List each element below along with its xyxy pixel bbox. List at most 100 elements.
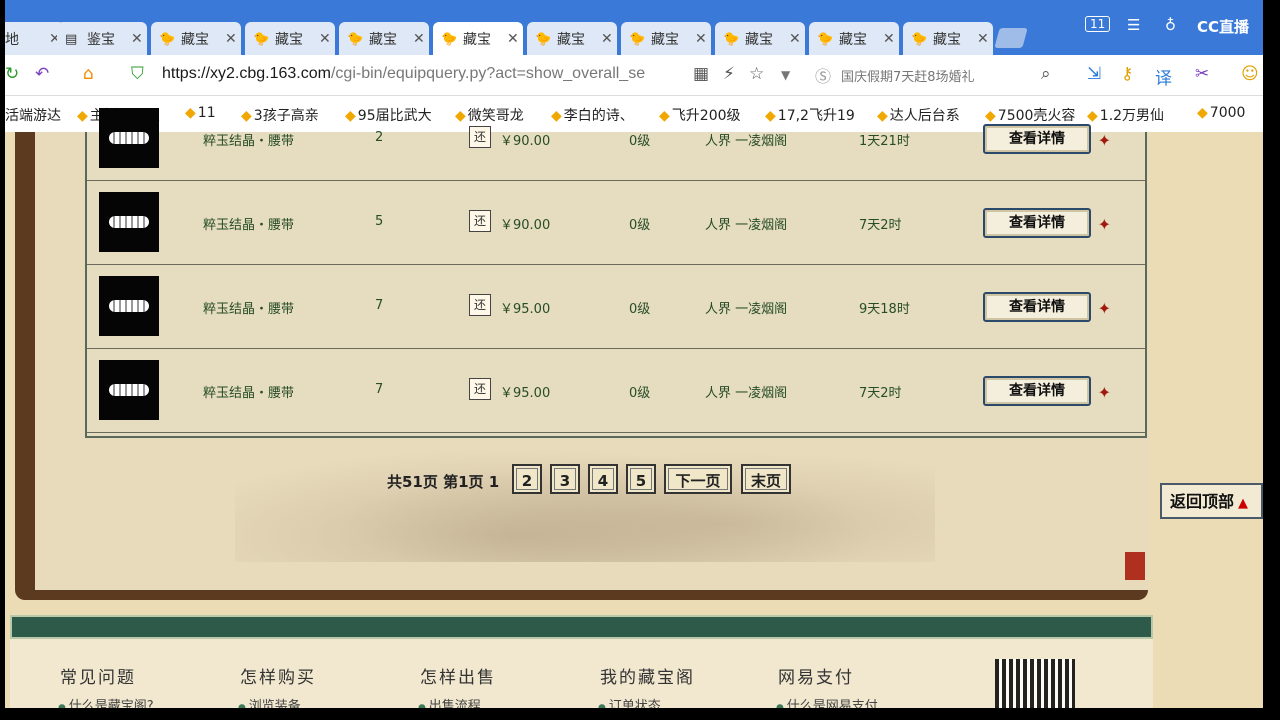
close-icon[interactable]: ✕: [507, 31, 523, 47]
close-icon[interactable]: ✕: [131, 31, 147, 47]
bargain-badge[interactable]: 还: [469, 378, 491, 400]
bookmark-label: 活端游达: [5, 108, 61, 124]
search-box[interactable]: Ⓢ 国庆假期7天赶8场婚礼: [815, 61, 1065, 89]
tab-8[interactable]: 🐤 藏宝 ✕: [715, 22, 805, 55]
tab-count-badge[interactable]: 11: [1085, 16, 1111, 32]
undo-icon[interactable]: ↶: [35, 64, 49, 84]
page-button-4[interactable]: 4: [588, 464, 618, 494]
tab-2[interactable]: 🐤 藏宝 ✕: [151, 22, 241, 55]
back-to-top-button[interactable]: 返回顶部 ▲: [1160, 483, 1263, 519]
footer-link[interactable]: ● 浏览装备: [238, 695, 301, 708]
lightning-icon[interactable]: ⚡: [723, 64, 735, 84]
qr-icon[interactable]: ▦: [693, 64, 709, 84]
cell-time: 7天2时: [859, 218, 902, 233]
close-icon[interactable]: ✕: [789, 31, 805, 47]
tab-3[interactable]: 🐤 藏宝 ✕: [245, 22, 335, 55]
bargain-badge[interactable]: 还: [469, 294, 491, 316]
bullet-icon: ●: [238, 703, 249, 708]
cell-name[interactable]: 粹玉结晶・腰带: [203, 214, 294, 233]
footer-link[interactable]: ● 什么是网易支付: [776, 695, 878, 708]
translate-icon[interactable]: 译: [1155, 64, 1172, 89]
chick-icon: 🐤: [723, 31, 740, 47]
close-icon[interactable]: ✕: [319, 31, 335, 47]
chick-icon: 🐤: [253, 31, 270, 47]
search-icon[interactable]: ⌕: [1041, 64, 1051, 84]
footer-band: [10, 615, 1153, 639]
tab-0[interactable]: 地 ✕: [5, 22, 65, 55]
shirt-icon[interactable]: ♁: [1165, 16, 1176, 34]
bullet-icon: ●: [418, 703, 429, 708]
tab-title: 藏宝: [839, 31, 867, 48]
item-image[interactable]: [99, 360, 159, 420]
menu-icon[interactable]: ☰: [1127, 16, 1140, 34]
cell-level: 0级: [629, 386, 651, 401]
footer-link[interactable]: ● 订单状态: [598, 695, 661, 708]
close-icon[interactable]: ✕: [695, 31, 711, 47]
close-icon[interactable]: ✕: [883, 31, 899, 47]
page-info: 共51页 第1页 1: [387, 473, 500, 491]
page-button-3[interactable]: 3: [550, 464, 580, 494]
tab-10[interactable]: 🐤 藏宝 ✕: [903, 22, 993, 55]
bookmark-item[interactable]: ◆ 7000: [1197, 105, 1245, 121]
view-details-button[interactable]: 查看详情 ✦: [983, 208, 1111, 238]
tassel-icon: ✦: [1097, 215, 1111, 234]
cell-server: 人界 一凌烟阁: [705, 386, 788, 401]
brand-logo: CC直播: [1197, 18, 1250, 36]
tab-title: 藏宝: [933, 31, 961, 48]
bookmark-icon: ◆: [1197, 105, 1208, 121]
chick-icon: 🐤: [535, 31, 552, 47]
bargain-badge[interactable]: 还: [469, 126, 491, 148]
smile-icon[interactable]: ☺: [1241, 64, 1259, 84]
listing-table: 粹玉结晶・腰带 2 ￥90.00 0级 人界 一凌烟阁 1天21时还查看详情 ✦ 粹玉结晶・腰…: [85, 108, 1147, 438]
footer-link[interactable]: ● 出售流程: [418, 695, 481, 708]
chick-icon: 🐤: [911, 31, 928, 47]
browser-window: 地 ✕ ▤ 鉴宝 ✕ 🐤 藏宝 ✕ 🐤 藏宝 ✕ 🐤 藏宝 ✕ 🐤 藏宝 ✕ 🐤 藏宝 ✕ 🐤 藏宝 ✕ 🐤 藏宝 ✕ 🐤 藏宝 ✕ 🐤 藏…: [5, 0, 1263, 708]
table-row: 粹玉结晶・腰带 7 ￥95.00 0级 人界 一凌烟阁 9天18时 还 查看详情 ✦: [87, 264, 1145, 349]
login-icon[interactable]: ⇲: [1087, 64, 1101, 84]
tab-9[interactable]: 🐤 藏宝 ✕: [809, 22, 899, 55]
close-icon[interactable]: ✕: [225, 31, 241, 47]
tassel-icon: ✦: [1097, 131, 1111, 150]
bookmark-item[interactable]: 活端游达: [5, 105, 61, 125]
chick-icon: 🐤: [159, 31, 176, 47]
close-icon[interactable]: ✕: [601, 31, 617, 47]
page-button-2[interactable]: 2: [512, 464, 542, 494]
last-page-button[interactable]: 末页: [741, 464, 791, 494]
key-icon[interactable]: ⚷: [1121, 64, 1133, 84]
item-image[interactable]: [99, 192, 159, 252]
refresh-icon[interactable]: ↻: [5, 64, 19, 84]
footer-heading: 网易支付: [778, 668, 854, 688]
close-icon[interactable]: ✕: [977, 31, 993, 47]
item-image[interactable]: [99, 276, 159, 336]
next-page-button[interactable]: 下一页: [664, 464, 732, 494]
view-details-button[interactable]: 查看详情 ✦: [983, 376, 1111, 406]
new-tab-button[interactable]: [994, 28, 1028, 48]
tab-5[interactable]: 🐤 藏宝 ✕: [433, 22, 523, 55]
close-icon[interactable]: ✕: [413, 31, 429, 47]
tab-4[interactable]: 🐤 藏宝 ✕: [339, 22, 429, 55]
cell-time: 9天18时: [859, 302, 910, 317]
cell-name[interactable]: 粹玉结晶・腰带: [203, 382, 294, 401]
cell-price: ￥90.00: [500, 218, 551, 233]
tassel-icon: ✦: [1097, 299, 1111, 318]
home-icon[interactable]: ⌂: [83, 64, 94, 84]
url-field[interactable]: https://xy2.cbg.163.com/cgi-bin/equipque…: [162, 65, 687, 83]
bargain-badge[interactable]: 还: [469, 210, 491, 232]
item-image[interactable]: [99, 108, 159, 168]
tab-1[interactable]: ▤ 鉴宝 ✕: [57, 22, 147, 55]
view-details-button[interactable]: 查看详情 ✦: [983, 292, 1111, 322]
cell-level: 0级: [629, 302, 651, 317]
view-details-button[interactable]: 查看详情 ✦: [983, 124, 1111, 154]
tab-7[interactable]: 🐤 藏宝 ✕: [621, 22, 711, 55]
tab-6[interactable]: 🐤 藏宝 ✕: [527, 22, 617, 55]
footer-link-label: 什么是网易支付: [786, 699, 878, 708]
bookmark-label: 7000: [1209, 105, 1246, 121]
footer-link[interactable]: ● 什么是藏宝阁?: [58, 695, 154, 708]
scissors-icon[interactable]: ✂: [1195, 64, 1209, 84]
cell-name[interactable]: 粹玉结晶・腰带: [203, 130, 294, 149]
star-icon[interactable]: ☆: [749, 64, 764, 84]
chevron-down-icon[interactable]: ▼: [781, 68, 790, 82]
bullet-icon: ●: [58, 703, 69, 708]
page-button-5[interactable]: 5: [626, 464, 656, 494]
cell-name[interactable]: 粹玉结晶・腰带: [203, 298, 294, 317]
